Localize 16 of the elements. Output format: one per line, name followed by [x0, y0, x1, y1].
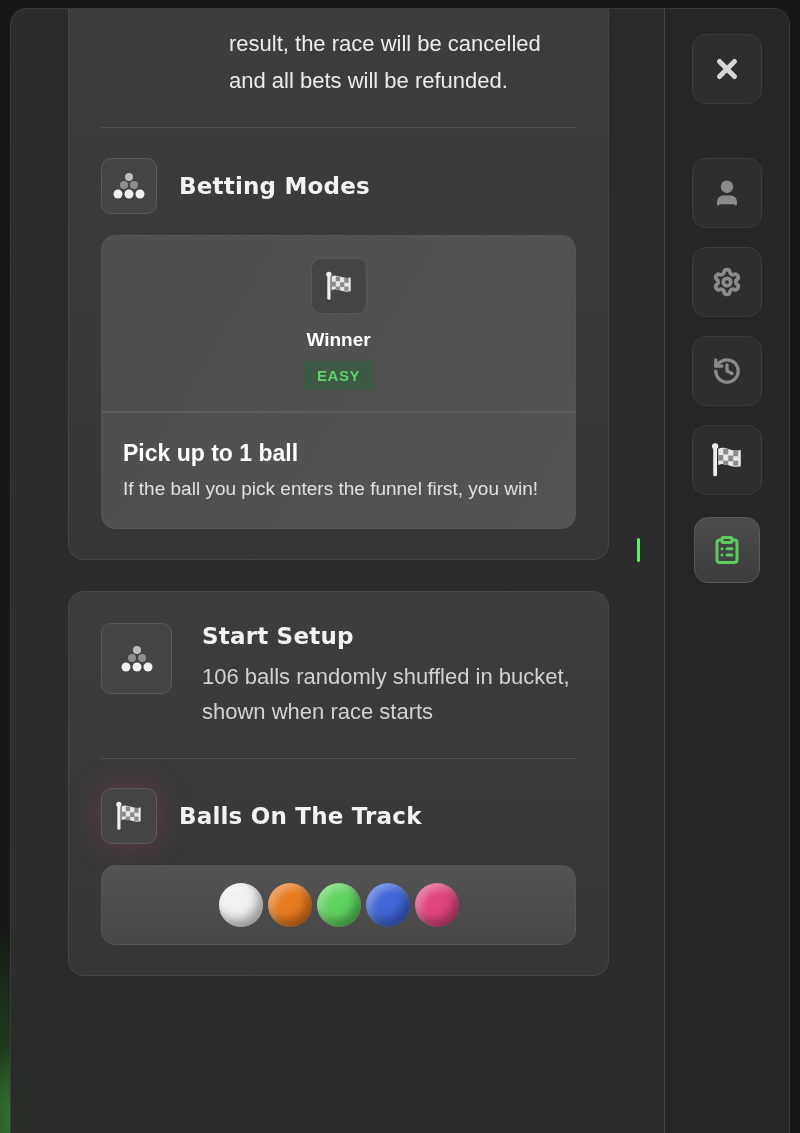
active-indicator	[637, 538, 641, 562]
section-title: Start Setup	[202, 623, 355, 649]
sidebar-button[interactable]	[692, 425, 763, 495]
close-button[interactable]	[692, 34, 763, 104]
settings-icon	[712, 267, 743, 297]
rule-text: result, the race will be cancelled and all bets will be refunded.	[229, 30, 542, 95]
section-title: Balls On The Track	[179, 803, 422, 829]
mode-heading: Pick up to 1 ball	[123, 440, 300, 467]
setup-description: 106 balls randomly shuffled in bucket, shown when race starts	[202, 663, 571, 726]
balls-pyramid-icon	[112, 173, 146, 199]
mode-name: Winner	[306, 329, 371, 351]
mode-description: If the ball you pick enters the funnel first, you win!	[123, 477, 540, 501]
difficulty-badge: EASY	[303, 361, 374, 390]
section-title: Betting Modes	[179, 173, 370, 199]
history-icon	[712, 356, 743, 386]
balls-pyramid-icon	[119, 645, 154, 672]
